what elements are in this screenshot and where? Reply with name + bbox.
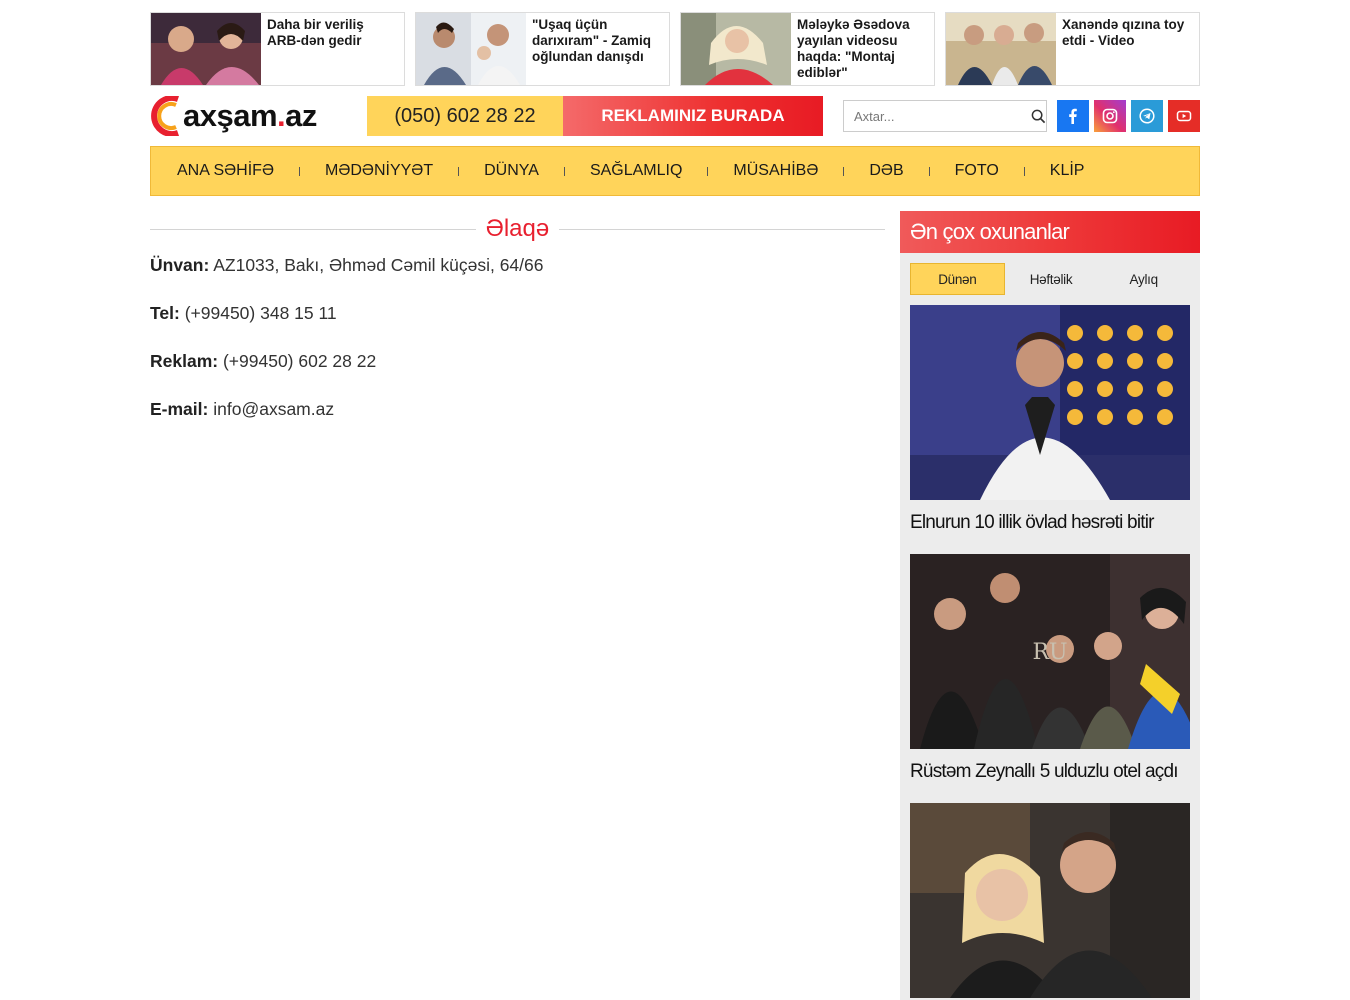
contact-ads-phone: Reklam: (+99450) 602 28 22 (150, 351, 376, 372)
instagram-icon (1102, 108, 1118, 124)
tab-weekly[interactable]: Həftəlik (1005, 263, 1098, 295)
top-news-title[interactable]: Mələykə Əsədova yayılan videosu haqda: "… (791, 13, 934, 85)
nav-separator (298, 166, 300, 176)
contact-value: AZ1033, Bakı, Əhməd Cəmil küçəsi, 64/66 (213, 255, 544, 275)
nav-item-world[interactable]: DÜNYA (484, 162, 539, 180)
heading-divider (559, 228, 885, 230)
nav-separator (928, 166, 930, 176)
top-news-strip: Daha bir veriliş ARB-dən gedir "Uşaq üçü… (150, 12, 1200, 86)
news-thumbnail (151, 13, 261, 85)
contact-value[interactable]: info@axsam.az (213, 399, 334, 419)
contact-value[interactable]: (+99450) 602 28 22 (223, 351, 376, 371)
nav-item-interview[interactable]: MÜSAHİBƏ (733, 162, 818, 180)
period-tabs: Dünən Həftəlik Aylıq (910, 263, 1190, 295)
top-news-title[interactable]: "Uşaq üçün darıxıram" - Zamiq oğlundan d… (526, 13, 669, 85)
contact-value[interactable]: (+99450) 348 15 11 (185, 303, 337, 323)
nav-item-health[interactable]: SAĞLAMLIQ (590, 162, 682, 180)
contact-label: Reklam: (150, 351, 219, 371)
top-news-card[interactable]: Daha bir veriliş ARB-dən gedir (150, 12, 405, 86)
nav-separator (707, 166, 709, 176)
top-news-card[interactable]: "Uşaq üçün darıxıram" - Zamiq oğlundan d… (415, 12, 670, 86)
page-heading: Əlaqə (150, 214, 885, 244)
contact-email: E-mail: info@axsam.az (150, 399, 334, 420)
svg-text:RU: RU (1032, 640, 1067, 665)
article-image (910, 803, 1190, 998)
top-news-title[interactable]: Daha bir veriliş ARB-dən gedir (261, 13, 404, 85)
nav-item-culture[interactable]: MƏDƏNİYYƏT (325, 162, 433, 180)
instagram-link[interactable] (1094, 100, 1126, 132)
nav-separator (458, 166, 460, 176)
tab-yesterday[interactable]: Dünən (910, 263, 1005, 295)
contact-label: Ünvan: (150, 255, 210, 275)
top-news-title[interactable]: Xanəndə qızına toy etdi - Video (1056, 13, 1199, 85)
most-read-item[interactable] (910, 803, 1190, 1000)
top-news-card[interactable]: Mələykə Əsədova yayılan videosu haqda: "… (680, 12, 935, 86)
logo-text: axşam.az (183, 98, 317, 133)
tab-monthly[interactable]: Aylıq (1097, 263, 1190, 295)
youtube-link[interactable] (1168, 100, 1200, 132)
search-icon (1031, 109, 1045, 123)
article-title[interactable]: Elnurun 10 illik övlad həsrəti bitir (910, 512, 1190, 534)
youtube-icon (1176, 110, 1192, 122)
most-read-sidebar: Ən çox oxunanlar Dünən Həftəlik Aylıq El… (900, 211, 1200, 1000)
news-thumbnail (681, 13, 791, 85)
nav-separator (843, 166, 845, 176)
facebook-icon (1069, 108, 1077, 124)
article-image: RU (910, 554, 1190, 749)
main-nav: ANA SƏHİFƏ MƏDƏNİYYƏT DÜNYA SAĞLAMLIQ MÜ… (150, 146, 1200, 196)
search-input[interactable] (844, 101, 1030, 131)
top-news-card[interactable]: Xanəndə qızına toy etdi - Video (945, 12, 1200, 86)
logo-mark-icon (150, 95, 182, 137)
nav-item-home[interactable]: ANA SƏHİFƏ (177, 162, 274, 180)
nav-item-clip[interactable]: KLİP (1050, 162, 1085, 180)
page-title: Əlaqə (485, 215, 550, 242)
telegram-link[interactable] (1131, 100, 1163, 132)
nav-item-photo[interactable]: FOTO (955, 162, 999, 180)
sidebar-title: Ən çox oxunanlar (900, 211, 1200, 253)
phone-banner[interactable]: (050) 602 28 22 (367, 96, 563, 136)
article-title[interactable]: Rüstəm Zeynallı 5 ulduzlu otel açdı (910, 761, 1190, 783)
most-read-item[interactable]: RU Rüstəm Zeynallı 5 ulduzlu otel açdı (910, 554, 1190, 783)
article-image (910, 305, 1190, 500)
advertise-label: REKLAMINIZ BURADA (601, 106, 785, 125)
facebook-link[interactable] (1057, 100, 1089, 132)
news-thumbnail (946, 13, 1056, 85)
advertise-banner[interactable]: REKLAMINIZ BURADA (563, 96, 823, 136)
phone-number: (050) 602 28 22 (394, 104, 536, 127)
nav-item-fashion[interactable]: DƏB (869, 162, 903, 180)
news-thumbnail (416, 13, 526, 85)
site-logo[interactable]: axşam.az (150, 95, 350, 137)
heading-divider (150, 228, 476, 230)
search-box (843, 100, 1047, 132)
nav-separator (1023, 166, 1025, 176)
search-button[interactable] (1030, 101, 1046, 131)
contact-label: Tel: (150, 303, 180, 323)
most-read-item[interactable]: Elnurun 10 illik övlad həsrəti bitir (910, 305, 1190, 534)
contact-label: E-mail: (150, 399, 209, 419)
nav-separator (563, 166, 565, 176)
contact-phone: Tel: (+99450) 348 15 11 (150, 303, 337, 324)
telegram-icon (1139, 108, 1155, 124)
contact-address: Ünvan: AZ1033, Bakı, Əhməd Cəmil küçəsi,… (150, 255, 544, 276)
social-links (1057, 100, 1200, 132)
